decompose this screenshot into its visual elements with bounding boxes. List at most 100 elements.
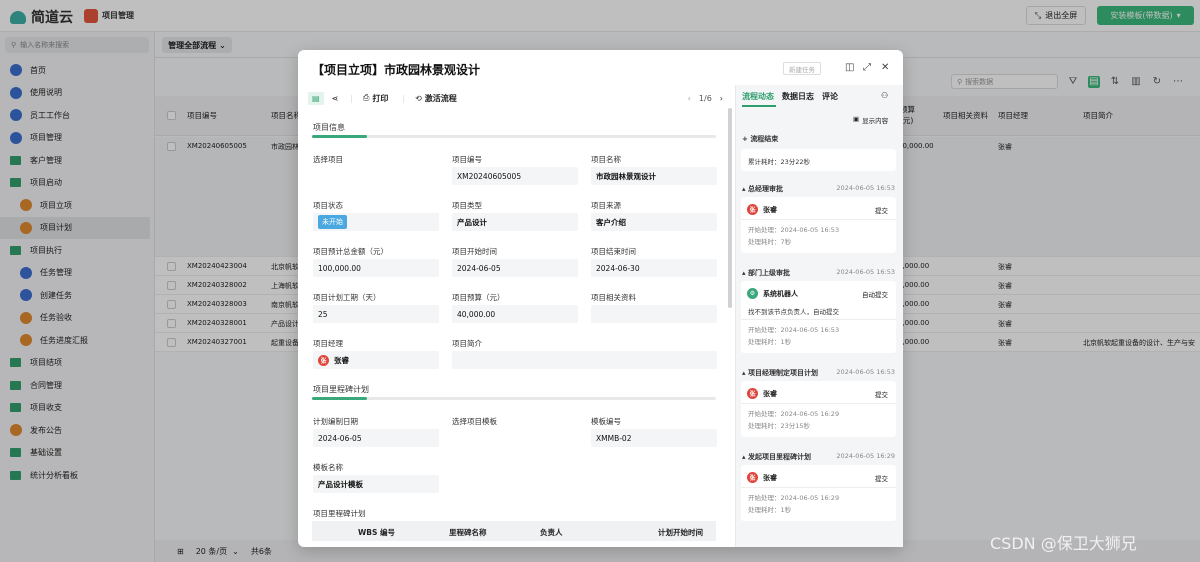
column-header: 里程碑名称 (449, 528, 487, 537)
project-code-field[interactable]: XM20240605005 (452, 167, 578, 185)
flow-stage-title[interactable]: ▴ 总经理审批 (742, 184, 783, 194)
field-label: 项目相关资料 (591, 293, 636, 302)
expand-icon[interactable]: ⤢ (863, 62, 871, 73)
show-content-label: 显示内容 (862, 117, 889, 125)
divider (741, 403, 896, 404)
field-label: 项目状态 (313, 201, 343, 210)
flow-duration: 处理耗时：23分15秒 (748, 422, 811, 430)
tab-data-log[interactable]: 数据日志 (782, 91, 814, 102)
show-content-toggle[interactable]: ▣ 显示内容 (853, 115, 888, 125)
materials-field[interactable] (591, 305, 717, 323)
field-label: 项目类型 (452, 201, 482, 210)
tab-flow[interactable]: 流程动态 (742, 91, 774, 102)
divider (741, 487, 896, 488)
plan-date-field[interactable]: 2024-06-05 (313, 429, 439, 447)
milestone-table-header: WBS 编号 里程碑名称 负责人 计划开始时间 (312, 521, 716, 541)
period-field[interactable]: 25 (313, 305, 439, 323)
actor-name: 张睿 (763, 389, 777, 398)
tab-comments[interactable]: 评论 (822, 91, 838, 102)
field-label: 模板名称 (313, 463, 343, 472)
flow-chart-icon[interactable]: ⚇ (881, 91, 888, 100)
flow-stage-time: 2024-06-05 16:53 (836, 184, 895, 192)
activate-flow-button[interactable]: 激活流程 (425, 93, 457, 104)
manager-name: 张睿 (334, 355, 349, 365)
flow-panel: 流程动态 数据日志 评论 ⚇ ▣ 显示内容 + 流程结束 累计耗时：23分22秒… (735, 85, 903, 547)
flow-start-time: 开始处理：2024-06-05 16:53 (748, 226, 840, 234)
budget-field[interactable]: 40,000.00 (452, 305, 578, 323)
avatar: 张 (747, 472, 758, 483)
template-code-field[interactable]: XMMB-02 (591, 429, 717, 447)
record-modal: 【项目立项】市政园林景观设计 新建任务 ◫ ⤢ ✕ ▤ ⋖ | ⎙ 打印 | ⟲… (298, 50, 903, 547)
flow-start-time: 开始处理：2024-06-05 16:29 (748, 494, 840, 502)
flow-stage-card: 张张睿 提交 开始处理：2024-06-05 16:53 处理耗时：7秒 (741, 197, 896, 253)
total-amount-field[interactable]: 100,000.00 (313, 259, 439, 277)
flow-stage-card: ⚙ 系统机器人 自动提交 找不到该节点负责人，自动提交 开始处理：2024-06-05 … (741, 281, 896, 353)
new-task-button[interactable]: 新建任务 (783, 62, 821, 75)
field-label: 模板编号 (591, 417, 621, 426)
flow-stage-title[interactable]: ▴ 部门上级审批 (742, 268, 790, 278)
flow-duration: 处理耗时：7秒 (748, 238, 792, 246)
column-header: 计划开始时间 (658, 528, 703, 537)
close-icon[interactable]: ✕ (881, 62, 889, 73)
status-badge: 未开始 (318, 215, 347, 229)
field-label: 项目预计总金额（元） (313, 247, 388, 256)
flow-duration: 处理耗时：1秒 (748, 338, 792, 346)
flow-stage-time: 2024-06-05 16:29 (836, 452, 895, 460)
start-date-field[interactable]: 2024-06-05 (452, 259, 578, 277)
section-title: 项目信息 (313, 123, 345, 132)
flow-actor: 张张睿 (747, 388, 777, 399)
modal-title: 【项目立项】市政园林景观设计 (312, 63, 481, 77)
sidebar-toggle-icon[interactable]: ◫ (845, 62, 854, 73)
flow-stage-title[interactable]: ▴ 发起项目里程碑计划 (742, 452, 811, 462)
form-view-icon[interactable]: ▤ (308, 91, 324, 105)
print-button[interactable]: 打印 (372, 93, 388, 104)
project-name-field[interactable]: 市政园林景观设计 (591, 167, 717, 185)
flow-total-card: 累计耗时：23分22秒 (741, 149, 896, 171)
flow-stage-name: 部门上级审批 (747, 269, 790, 277)
section-divider (312, 397, 716, 400)
flow-tabs: 流程动态 数据日志 评论 ⚇ (736, 85, 904, 107)
intro-field[interactable] (452, 351, 717, 369)
actor-name: 张睿 (763, 473, 777, 482)
flow-end-label: 流程结束 (750, 135, 779, 143)
field-label: 项目开始时间 (452, 247, 497, 256)
section-divider (312, 135, 716, 138)
flow-end-title: + 流程结束 (742, 135, 779, 143)
column-header: 负责人 (540, 528, 563, 537)
actor-name: 张睿 (763, 205, 777, 214)
divider: | (350, 93, 353, 103)
flow-stage-title[interactable]: ▴ 项目经理制定项目计划 (742, 368, 818, 378)
field-label: 项目计划工期（天） (313, 293, 381, 302)
share-icon[interactable]: ⋖ (332, 94, 339, 103)
field-label: 项目结束时间 (591, 247, 636, 256)
total-time: 累计耗时：23分22秒 (748, 158, 811, 166)
next-record-icon[interactable]: › (720, 94, 723, 103)
section-title: 项目里程碑计划 (313, 385, 369, 394)
form-scrollbar[interactable] (728, 108, 732, 308)
record-pager: 1/6 (698, 93, 712, 103)
avatar: 张 (747, 388, 758, 399)
project-type-field[interactable]: 产品设计 (452, 213, 578, 231)
template-name-field[interactable]: 产品设计模板 (313, 475, 439, 493)
flow-action: 提交 (875, 207, 888, 215)
manager-field[interactable]: 张 张睿 (313, 351, 439, 369)
field-label: 项目编号 (452, 155, 482, 164)
end-date-field[interactable]: 2024-06-30 (591, 259, 717, 277)
flow-stage-name: 项目经理制定项目计划 (747, 369, 818, 377)
active-tab-indicator (742, 105, 776, 107)
divider (741, 219, 896, 220)
prev-record-icon[interactable]: ‹ (688, 94, 691, 103)
flow-actor: ⚙ 系统机器人 (747, 288, 798, 299)
project-source-field[interactable]: 客户介绍 (591, 213, 717, 231)
record-form: 项目信息 选择项目 项目编号 XM20240605005 项目名称 市政园林景观… (308, 112, 728, 547)
avatar: 张 (318, 354, 329, 366)
status-field[interactable]: 未开始 (313, 213, 439, 231)
flow-start-time: 开始处理：2024-06-05 16:29 (748, 410, 840, 418)
flow-start-time: 开始处理：2024-06-05 16:53 (748, 326, 840, 334)
flow-stage-name: 总经理审批 (747, 185, 783, 193)
field-label: 项目简介 (452, 339, 482, 348)
field-label: 项目来源 (591, 201, 621, 210)
field-label: 项目里程碑计划 (313, 509, 366, 518)
flow-actor: 张张睿 (747, 472, 777, 483)
settings-icon: ▣ (853, 115, 860, 123)
